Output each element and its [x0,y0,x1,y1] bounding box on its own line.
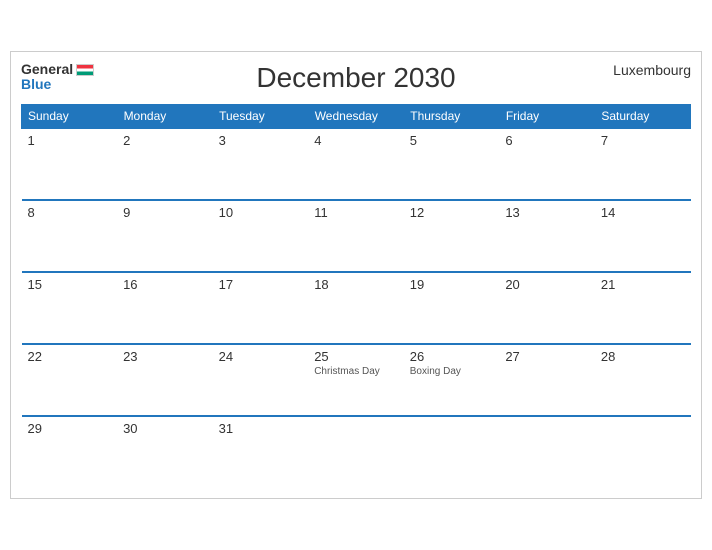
calendar-day-cell: 8 [22,200,118,272]
calendar-title: December 2030 [21,62,691,94]
calendar-day-cell: 31 [213,416,309,488]
header-monday: Monday [117,105,213,129]
calendar-day-cell: 21 [595,272,691,344]
day-number: 21 [601,277,685,292]
calendar-day-cell: 9 [117,200,213,272]
day-number: 12 [410,205,494,220]
calendar-week-row: 1234567 [22,128,691,200]
logo-general-text: General [21,62,73,77]
header-thursday: Thursday [404,105,500,129]
calendar-day-cell: 30 [117,416,213,488]
day-number: 20 [505,277,589,292]
calendar-day-cell: 4 [308,128,404,200]
header-saturday: Saturday [595,105,691,129]
calendar-day-cell: 15 [22,272,118,344]
day-number: 29 [28,421,112,436]
logo: General Blue [21,62,94,93]
calendar-day-cell: 28 [595,344,691,416]
calendar-day-cell: 16 [117,272,213,344]
calendar-day-cell: 24 [213,344,309,416]
calendar-day-cell: 19 [404,272,500,344]
calendar-day-cell: 12 [404,200,500,272]
day-number: 2 [123,133,207,148]
calendar-day-cell: 7 [595,128,691,200]
day-number: 3 [219,133,303,148]
calendar-day-cell: 5 [404,128,500,200]
calendar-day-cell: 10 [213,200,309,272]
day-number: 17 [219,277,303,292]
calendar-day-cell: 11 [308,200,404,272]
day-number: 5 [410,133,494,148]
day-number: 25 [314,349,398,364]
calendar-day-cell: 17 [213,272,309,344]
calendar-day-cell: 20 [499,272,595,344]
calendar-day-cell: 22 [22,344,118,416]
day-number: 27 [505,349,589,364]
day-number: 1 [28,133,112,148]
header-tuesday: Tuesday [213,105,309,129]
calendar-header: General Blue December 2030 Luxembourg [21,62,691,94]
header-sunday: Sunday [22,105,118,129]
day-number: 14 [601,205,685,220]
calendar-week-row: 89 10 11 12 13 14 [22,200,691,272]
calendar-day-cell: 25 Christmas Day [308,344,404,416]
logo-flag-icon [76,64,94,76]
calendar-week-row: 29 30 31 [22,416,691,488]
calendar-day-cell: 14 [595,200,691,272]
calendar-day-cell [404,416,500,488]
day-number: 23 [123,349,207,364]
day-number: 8 [28,205,112,220]
day-number: 15 [28,277,112,292]
calendar-day-cell [499,416,595,488]
calendar-week-row: 15 16 17 18 19 20 21 [22,272,691,344]
logo-blue-text: Blue [21,76,51,92]
day-number: 19 [410,277,494,292]
calendar-day-cell: 2 [117,128,213,200]
day-number: 22 [28,349,112,364]
calendar-day-cell: 3 [213,128,309,200]
calendar-day-cell: 23 [117,344,213,416]
calendar-week-row: 22 23 24 25 Christmas Day 26 Boxing Day 27 28 [22,344,691,416]
day-number: 11 [314,205,398,220]
weekday-header-row: Sunday Monday Tuesday Wednesday Thursday… [22,105,691,129]
day-number: 10 [219,205,303,220]
day-number: 26 [410,349,494,364]
calendar-day-cell: 1 [22,128,118,200]
calendar-day-cell: 13 [499,200,595,272]
calendar-day-cell: 6 [499,128,595,200]
calendar-body: 1234567891011121314151617181920212223242… [22,128,691,488]
calendar-day-cell [595,416,691,488]
country-label: Luxembourg [613,62,691,78]
calendar-day-cell: 26 Boxing Day [404,344,500,416]
day-number: 6 [505,133,589,148]
day-number: 24 [219,349,303,364]
calendar-day-cell: 29 [22,416,118,488]
calendar-day-cell [308,416,404,488]
header-wednesday: Wednesday [308,105,404,129]
calendar-table: Sunday Monday Tuesday Wednesday Thursday… [21,104,691,488]
calendar-container: General Blue December 2030 Luxembourg Su… [10,51,702,499]
day-number: 28 [601,349,685,364]
day-number: 30 [123,421,207,436]
calendar-day-cell: 18 [308,272,404,344]
day-number: 16 [123,277,207,292]
day-number: 9 [123,205,207,220]
day-number: 13 [505,205,589,220]
holiday-label: Boxing Day [410,366,494,377]
header-friday: Friday [499,105,595,129]
day-number: 31 [219,421,303,436]
holiday-label: Christmas Day [314,366,398,377]
calendar-day-cell: 27 [499,344,595,416]
day-number: 7 [601,133,685,148]
day-number: 4 [314,133,398,148]
day-number: 18 [314,277,398,292]
